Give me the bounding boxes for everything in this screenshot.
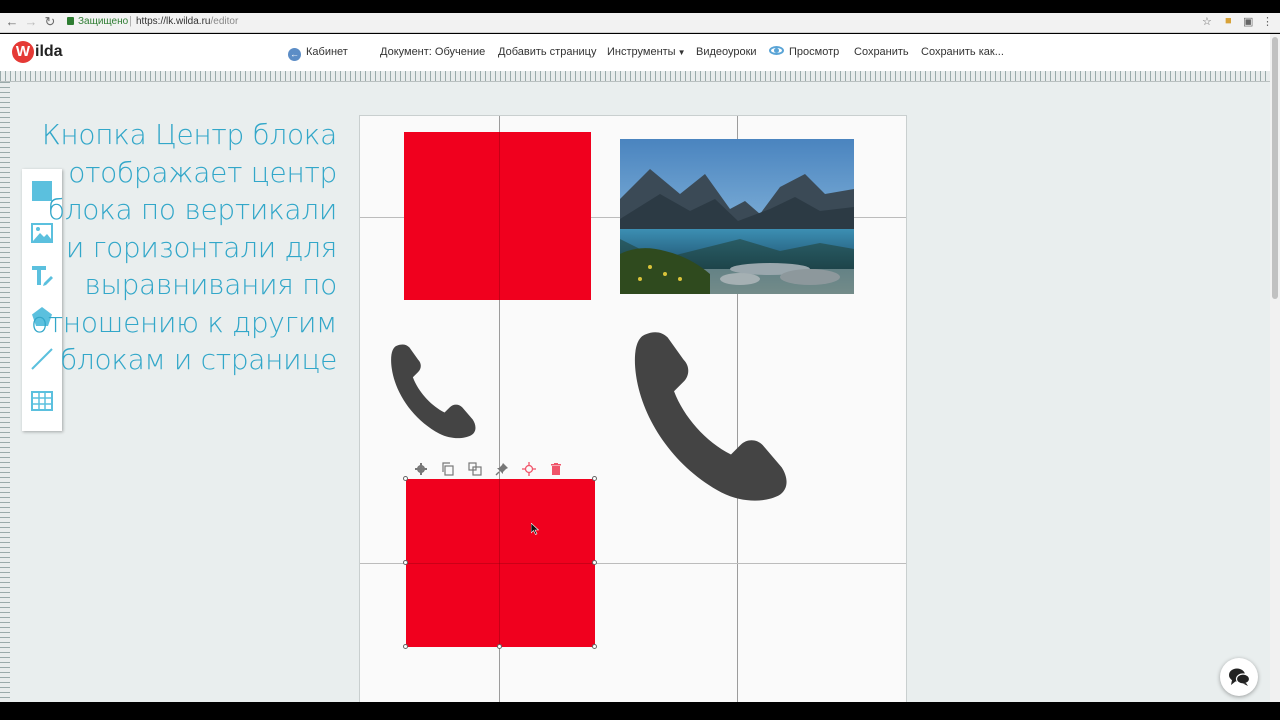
reload-icon[interactable]: ↻ bbox=[43, 15, 57, 29]
forward-arrow-icon[interactable]: → bbox=[24, 15, 38, 29]
menu-save-label: Сохранить bbox=[854, 46, 909, 58]
scrollbar-thumb[interactable] bbox=[1272, 37, 1278, 299]
menu-video[interactable]: Видеоуроки bbox=[696, 46, 757, 58]
menu-tools-label: Инструменты bbox=[607, 46, 676, 58]
horizontal-ruler bbox=[0, 71, 1270, 82]
menu-preview-label: Просмотр bbox=[789, 46, 840, 58]
app-header: W ilda ← Кабинет Документ: Обучение Добав… bbox=[0, 34, 1270, 71]
url-field[interactable]: https://lk.wilda.ru/editor bbox=[136, 16, 238, 27]
resize-handle-w[interactable] bbox=[403, 560, 408, 565]
center-block-icon[interactable] bbox=[522, 462, 536, 476]
menu-preview[interactable]: Просмотр bbox=[769, 46, 839, 58]
delete-icon[interactable] bbox=[549, 462, 563, 476]
menu-save-as[interactable]: Сохранить как... bbox=[921, 46, 1004, 58]
browser-menu-icon[interactable]: ⋮ bbox=[1262, 15, 1273, 28]
resize-handle-e[interactable] bbox=[592, 560, 597, 565]
menu-add-page[interactable]: Добавить страницу bbox=[498, 46, 596, 58]
mouse-cursor-icon bbox=[531, 523, 539, 535]
resize-handle-sw[interactable] bbox=[403, 644, 408, 649]
menu-document[interactable]: Документ: Обучение bbox=[380, 46, 485, 58]
window-bottom-bar bbox=[0, 702, 1280, 720]
window-top-bar bbox=[0, 0, 1280, 13]
menu-cabinet[interactable]: ← Кабинет bbox=[288, 46, 348, 61]
copy-icon[interactable] bbox=[441, 462, 455, 476]
phone-icon-large[interactable] bbox=[624, 328, 800, 502]
vertical-ruler bbox=[0, 82, 10, 702]
block-center-line bbox=[499, 132, 500, 300]
back-arrow-icon[interactable]: ← bbox=[5, 15, 19, 29]
menu-save-as-label: Сохранить как... bbox=[921, 46, 1004, 58]
page-scrollbar[interactable] bbox=[1270, 34, 1280, 702]
menu-document-label: Документ: Обучение bbox=[380, 46, 486, 58]
extension-icon[interactable]: ■ bbox=[1225, 15, 1232, 27]
pin-icon[interactable] bbox=[495, 462, 509, 476]
editor-workspace: Кнопка Центр блока отображает центр блок… bbox=[10, 82, 1270, 702]
resize-handle-nw[interactable] bbox=[403, 476, 408, 481]
url-path: /editor bbox=[210, 16, 239, 27]
menu-video-label: Видеоуроки bbox=[696, 46, 757, 58]
secure-label: Защищено bbox=[78, 16, 129, 27]
back-circle-icon: ← bbox=[288, 48, 301, 61]
menu-cabinet-label: Кабинет bbox=[306, 46, 348, 58]
resize-handle-s[interactable] bbox=[497, 644, 502, 649]
eye-icon bbox=[769, 46, 784, 55]
lock-icon bbox=[67, 17, 74, 25]
caret-down-icon: ▼ bbox=[677, 48, 686, 57]
landscape-photo[interactable] bbox=[620, 139, 854, 294]
support-chat-button[interactable] bbox=[1220, 658, 1258, 696]
red-block-top[interactable] bbox=[404, 132, 591, 300]
menu-add-page-label: Добавить страницу bbox=[498, 46, 597, 58]
resize-handle-se[interactable] bbox=[592, 644, 597, 649]
table-tool-icon[interactable] bbox=[30, 389, 54, 413]
extension-icon-2[interactable]: ▣ bbox=[1243, 15, 1253, 28]
logo-text: ilda bbox=[35, 43, 63, 60]
chat-bubbles-icon bbox=[1229, 668, 1250, 686]
menu-save[interactable]: Сохранить bbox=[854, 46, 909, 58]
phone-icon-small[interactable] bbox=[390, 342, 478, 439]
url-host: https://lk.wilda.ru bbox=[136, 16, 211, 27]
selected-block-center-line-h bbox=[406, 563, 595, 564]
menu-tools[interactable]: Инструменты ▼ bbox=[607, 46, 686, 58]
logo-badge: W bbox=[12, 41, 34, 63]
address-bar: ← → ↻ Защищено | https://lk.wilda.ru/edi… bbox=[0, 13, 1280, 33]
element-toolbar bbox=[414, 462, 576, 476]
resize-handle-ne[interactable] bbox=[592, 476, 597, 481]
page-canvas[interactable] bbox=[359, 115, 907, 702]
secure-indicator[interactable]: Защищено bbox=[67, 16, 128, 27]
duplicate-icon[interactable] bbox=[468, 462, 482, 476]
wilda-logo[interactable]: W ilda bbox=[12, 40, 63, 64]
center-block-hint-text: Кнопка Центр блока отображает центр блок… bbox=[31, 118, 337, 376]
gear-icon[interactable] bbox=[414, 462, 428, 476]
url-separator: | bbox=[129, 15, 132, 27]
bookmark-star-icon[interactable]: ☆ bbox=[1202, 15, 1212, 28]
